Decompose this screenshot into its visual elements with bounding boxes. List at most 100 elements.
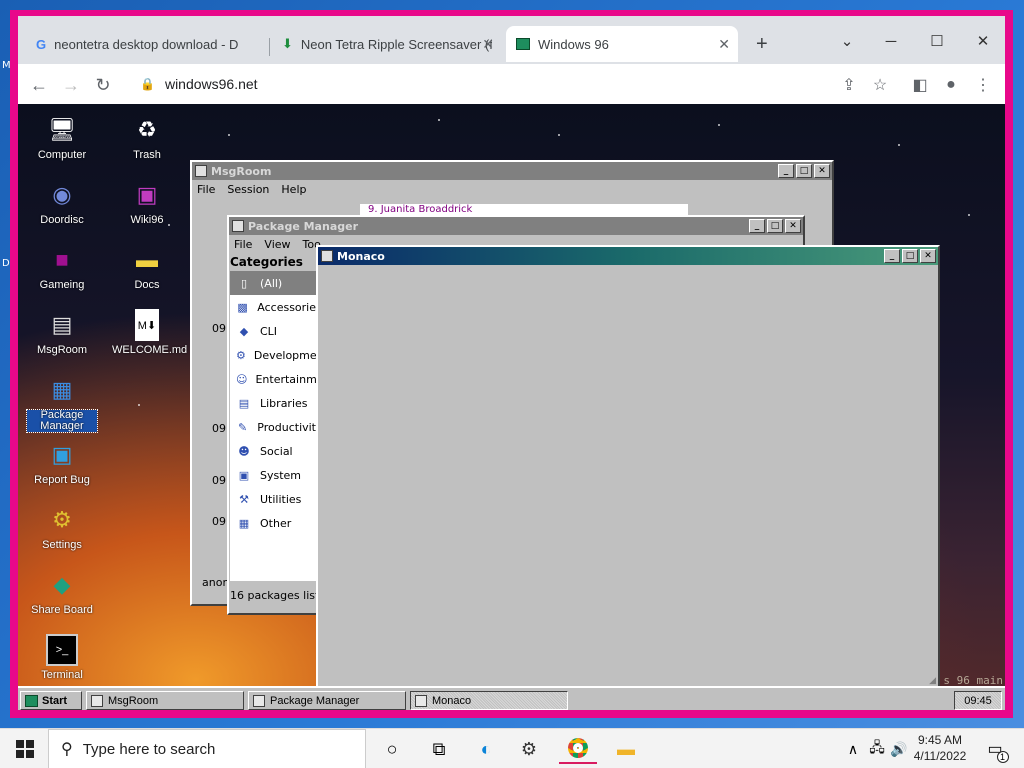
taskbar-button-monaco[interactable]: Monaco xyxy=(410,691,568,710)
clock-date: 4/11/2022 xyxy=(913,749,967,763)
maximize-icon[interactable]: ☐ xyxy=(914,26,960,56)
category-label: Social xyxy=(260,444,293,458)
forward-icon[interactable]: → xyxy=(58,72,84,98)
edge-icon[interactable]: ◐ xyxy=(467,734,505,764)
category-item[interactable]: ⚙ Developmer xyxy=(230,343,316,367)
desktop-icon-trash[interactable]: ♻ Trash xyxy=(112,114,182,176)
desktop-icon-gameing[interactable]: ■ Gameing xyxy=(27,244,97,306)
package-icon: ▦ xyxy=(51,377,73,402)
taskbar-button-msgroom[interactable]: MsgRoom xyxy=(86,691,244,710)
category-item[interactable]: ▤ Libraries xyxy=(230,391,316,415)
desktop-icon-msgroom[interactable]: ▤ MsgRoom xyxy=(27,309,97,371)
maximize-button[interactable]: □ xyxy=(796,164,812,178)
desktop-icon-wiki96[interactable]: ▣ Wiki96 xyxy=(112,179,182,241)
menu-icon[interactable]: ⋮ xyxy=(970,72,996,98)
url-field[interactable]: 🔒 windows96.net xyxy=(130,69,900,99)
browser-tab-active[interactable]: Windows 96 ✕ xyxy=(506,26,738,62)
monaco-titlebar[interactable]: Monaco _ □ ✕ xyxy=(318,247,938,265)
windows-start-icon[interactable] xyxy=(6,734,44,764)
category-item[interactable]: ☻ Social xyxy=(230,439,316,463)
close-button[interactable]: ✕ xyxy=(785,219,801,233)
maximize-button[interactable]: □ xyxy=(902,249,918,263)
minimize-button[interactable]: _ xyxy=(778,164,794,178)
minimize-button[interactable]: _ xyxy=(884,249,900,263)
search-box[interactable]: ⚲ Type here to search xyxy=(48,729,366,768)
side-panel-icon[interactable]: ◧ xyxy=(907,72,933,98)
chrome-icon[interactable] xyxy=(559,734,597,764)
close-tab-icon[interactable]: ✕ xyxy=(718,36,730,53)
category-label: CLI xyxy=(260,324,278,338)
share-icon: ◆ xyxy=(53,572,71,597)
start-button[interactable]: Start xyxy=(20,691,82,710)
clock-time: 9:45 AM xyxy=(917,733,963,747)
category-label: Entertainm xyxy=(255,372,316,386)
libraries-icon: ▤ xyxy=(238,396,250,410)
host-taskbar: ⚲ Type here to search ○ ⧉ ◐ ⚙ ▬ ∧ 🖧 🔊 9:… xyxy=(0,728,1024,768)
msgroom-titlebar[interactable]: MsgRoom _ □ ✕ xyxy=(192,162,832,180)
minimize-icon[interactable]: ─ xyxy=(868,26,914,56)
browser-tab[interactable]: G neontetra desktop download - D xyxy=(26,26,266,62)
social-icon: ☻ xyxy=(238,444,250,458)
file-explorer-icon[interactable]: ▬ xyxy=(607,734,645,764)
share-icon[interactable]: ⇪ xyxy=(836,72,862,98)
folder-icon: ▬ xyxy=(136,247,158,272)
close-button[interactable]: ✕ xyxy=(814,164,830,178)
desktop-icon-share-board[interactable]: ◆ Share Board xyxy=(27,569,97,631)
settings-gear-icon[interactable]: ⚙ xyxy=(510,734,548,764)
w96-clock[interactable]: 09:45 xyxy=(954,691,1002,710)
menu-view[interactable]: View xyxy=(264,238,290,251)
category-item[interactable]: ◆ CLI xyxy=(230,319,316,343)
new-tab-button[interactable]: + xyxy=(746,26,776,62)
profile-icon[interactable]: ● xyxy=(938,72,964,98)
bookmark-star-icon[interactable]: ☆ xyxy=(867,72,893,98)
category-item[interactable]: ▩ Accessorie xyxy=(230,295,316,319)
discord-icon: ◉ xyxy=(52,182,72,207)
menu-help[interactable]: Help xyxy=(281,183,306,196)
cortana-icon[interactable]: ○ xyxy=(373,734,411,764)
tab-search-icon[interactable]: ⌄ xyxy=(824,26,870,56)
tab-label: Windows 96 xyxy=(538,36,609,52)
pkgmgr-titlebar[interactable]: Package Manager _ □ ✕ xyxy=(229,217,803,235)
task-view-icon[interactable]: ⧉ xyxy=(420,734,458,764)
package-task-icon xyxy=(253,694,265,707)
reload-icon[interactable]: ↻ xyxy=(90,72,116,98)
category-item[interactable]: ▣ System xyxy=(230,463,316,487)
browser-tab[interactable]: ⬇ Neon Tetra Ripple Screensaver (f ✕ xyxy=(272,26,502,62)
host-clock[interactable]: 9:45 AM 4/11/2022 xyxy=(910,732,970,764)
menu-file[interactable]: File xyxy=(234,238,252,251)
desktop-icon-label: Settings xyxy=(42,539,82,551)
browser-window: G neontetra desktop download - D ⬇ Neon … xyxy=(10,10,1013,718)
notification-icon[interactable]: ▭ 1 xyxy=(976,734,1014,764)
desktop-icon-label: Trash xyxy=(133,149,161,161)
back-icon[interactable]: ← xyxy=(26,72,52,98)
category-item[interactable]: ⚒ Utilities xyxy=(230,487,316,511)
close-icon[interactable]: ✕ xyxy=(960,26,1006,56)
productivity-icon: ✎ xyxy=(238,420,248,434)
maximize-button[interactable]: □ xyxy=(767,219,783,233)
close-tab-icon[interactable]: ✕ xyxy=(482,36,494,53)
resize-grip-icon[interactable]: ◢ xyxy=(929,676,936,686)
msgroom-menubar: File Session Help xyxy=(192,180,832,199)
tab-label: neontetra desktop download - D xyxy=(54,36,239,52)
category-item[interactable]: ▯ (All) xyxy=(230,271,316,295)
desktop-icon-doordisc[interactable]: ◉ Doordisc xyxy=(27,179,97,241)
desktop-icon-package-manager[interactable]: ▦ Package Manager xyxy=(26,374,98,436)
desktop-icon-welcome[interactable]: M⬇ WELCOME.md xyxy=(112,309,187,371)
category-item[interactable]: ▦ Other xyxy=(230,511,316,535)
category-item[interactable]: ✎ Productivit xyxy=(230,415,316,439)
cli-icon: ◆ xyxy=(239,324,249,338)
monaco-editor-area[interactable] xyxy=(318,265,938,688)
desktop-icon-label: MsgRoom xyxy=(36,344,88,356)
desktop-icon-docs[interactable]: ▬ Docs xyxy=(112,244,182,306)
url-text: windows96.net xyxy=(164,76,258,92)
msgroom-window-icon xyxy=(195,165,207,177)
menu-file[interactable]: File xyxy=(197,183,215,196)
desktop-icon-settings[interactable]: ⚙ Settings xyxy=(27,504,97,566)
desktop-icon-computer[interactable]: 🖥 Computer xyxy=(27,114,97,176)
menu-session[interactable]: Session xyxy=(227,183,269,196)
category-item[interactable]: ☺ Entertainm xyxy=(230,367,316,391)
desktop-icon-report-bug[interactable]: ▣ Report Bug xyxy=(27,439,97,501)
close-button[interactable]: ✕ xyxy=(920,249,936,263)
taskbar-button-package-manager[interactable]: Package Manager xyxy=(248,691,406,710)
minimize-button[interactable]: _ xyxy=(749,219,765,233)
